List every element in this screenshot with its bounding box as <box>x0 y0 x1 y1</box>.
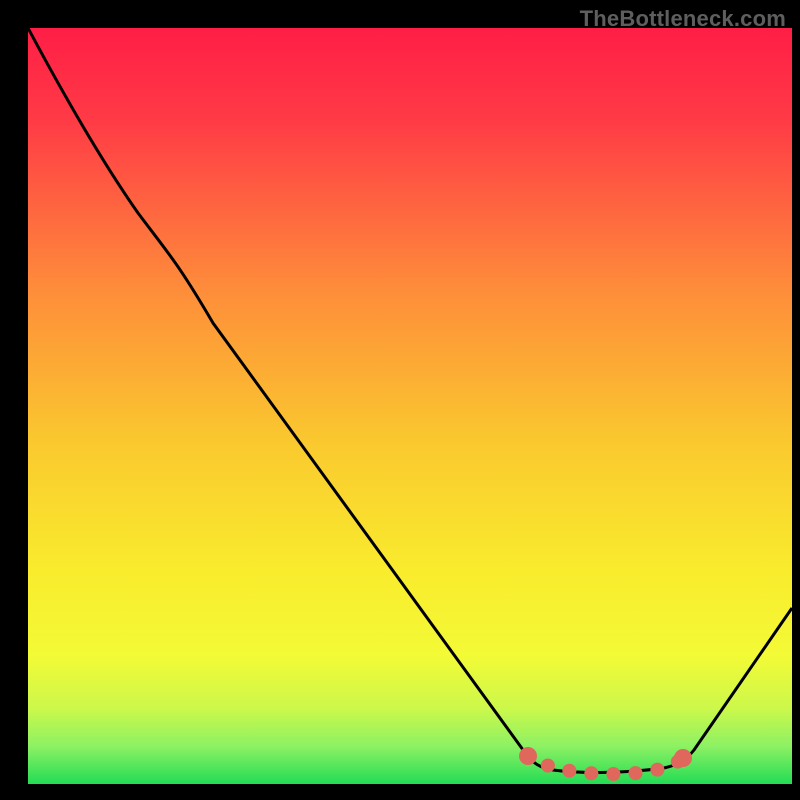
watermark-text: TheBottleneck.com <box>580 6 786 31</box>
bead-end-left <box>519 747 537 765</box>
chart-svg <box>28 28 792 784</box>
bead-end-right <box>674 749 692 767</box>
chart-outer: TheBottleneck.com <box>0 0 800 800</box>
gradient-field <box>28 28 792 784</box>
plot-frame <box>28 28 792 784</box>
watermark: TheBottleneck.com <box>580 6 786 32</box>
